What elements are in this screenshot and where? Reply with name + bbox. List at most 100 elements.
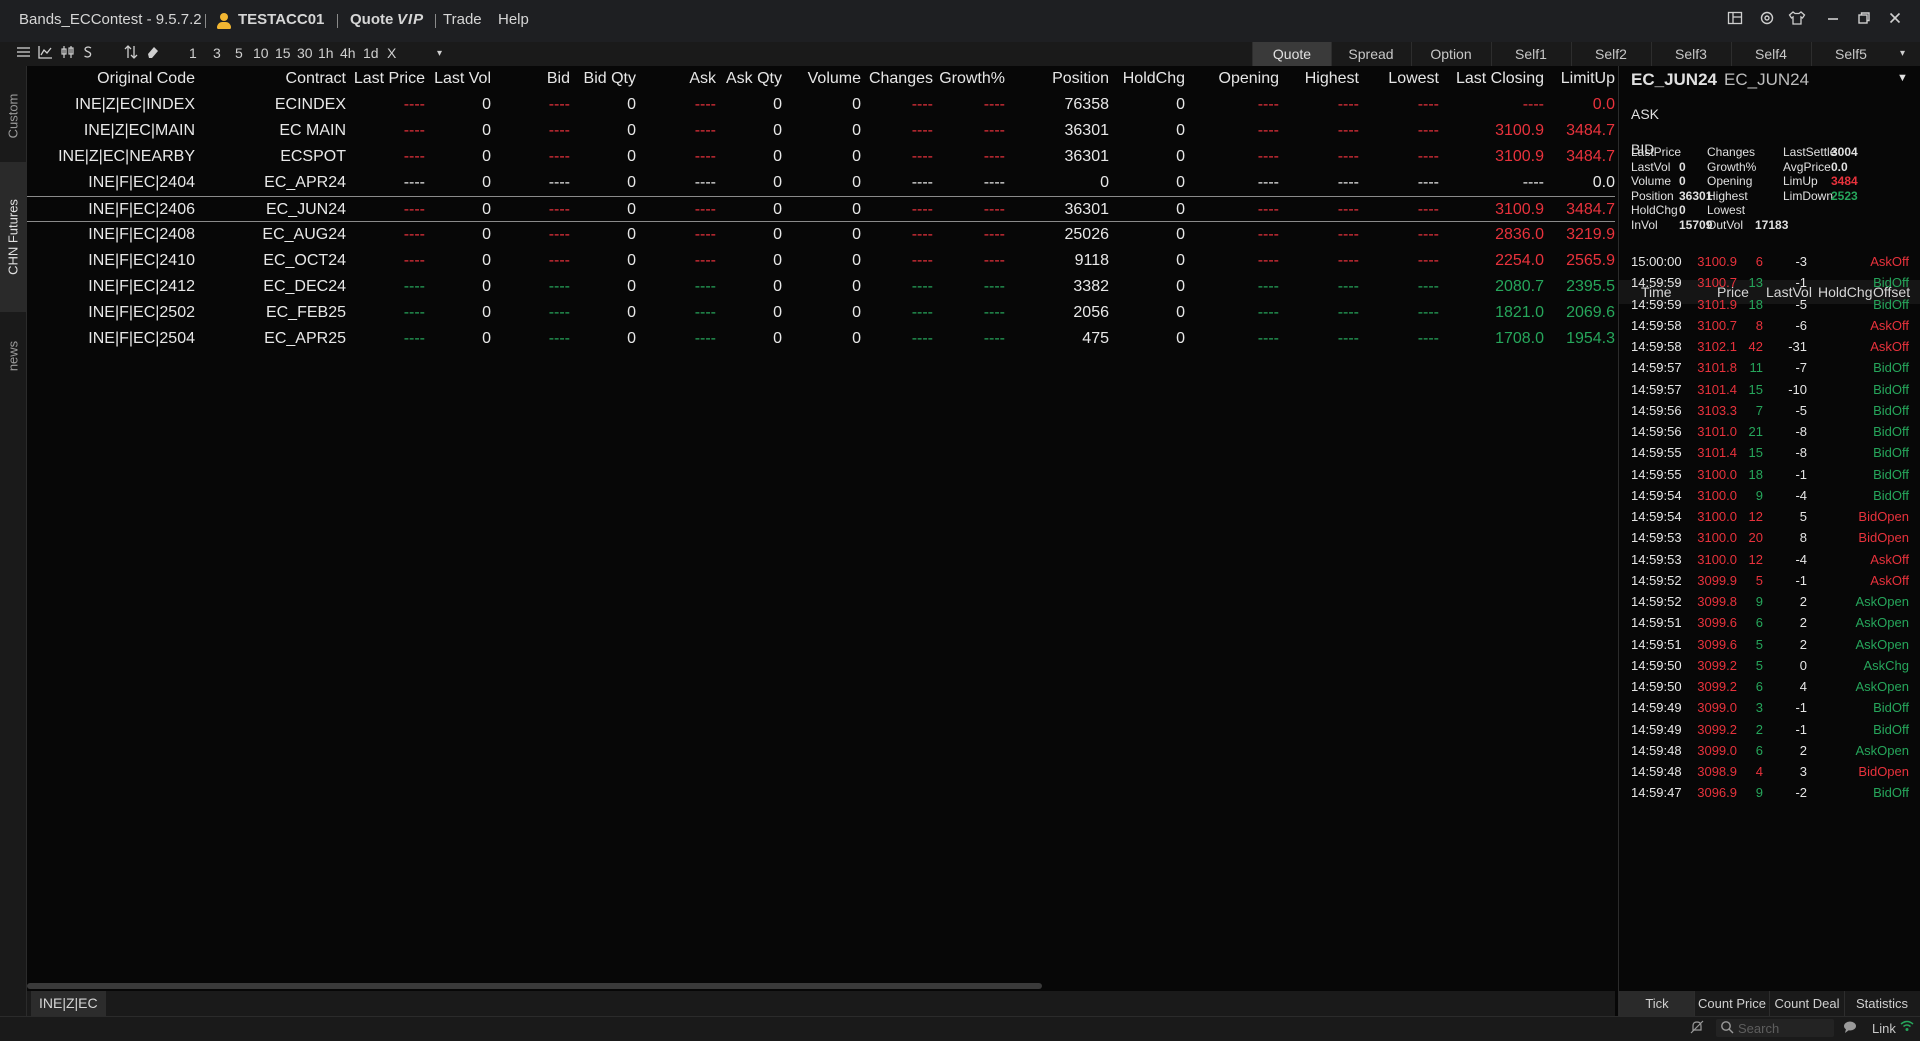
col-limitup-cell: 3484.7 <box>1566 201 1615 218</box>
stat-label: Changes <box>1707 145 1756 159</box>
period-15[interactable]: 15 <box>275 45 291 61</box>
tab-statistics[interactable]: Statistics <box>1844 991 1919 1016</box>
col-last-vol-header[interactable]: Last Vol <box>434 70 491 88</box>
col-last-price-header[interactable]: Last Price <box>354 70 425 88</box>
tab-count-deal[interactable]: Count Deal <box>1769 991 1844 1016</box>
exchange-tab[interactable]: INE|Z|EC <box>31 991 106 1016</box>
tick-hold: -1 <box>1795 572 1807 588</box>
col-changes-header[interactable]: Changes <box>869 70 933 88</box>
table-row[interactable]: INE|F|EC|2408 EC_AUG24 ---- 0 ---- 0 ---- 0 0 ---… <box>27 222 1615 248</box>
table-row[interactable]: INE|F|EC|2412 EC_DEC24 ---- 0 ---- 0 ---- 0 0 ---… <box>27 274 1615 300</box>
col-ask-qty-cell: 0 <box>773 304 782 321</box>
tick-offset: BidOff <box>1873 360 1909 376</box>
table-row[interactable]: INE|F|EC|2502 EC_FEB25 ---- 0 ---- 0 ---- 0 0 ---… <box>27 300 1615 326</box>
search-input[interactable]: Search <box>1716 1019 1834 1037</box>
table-row[interactable]: INE|F|EC|2504 EC_APR25 ---- 0 ---- 0 ---- 0 0 ---… <box>27 326 1615 352</box>
candle-chart-icon[interactable] <box>60 45 75 62</box>
table-row[interactable]: INE|Z|EC|INDEX ECINDEX ---- 0 ---- 0 ---- 0 0 ---… <box>27 92 1615 118</box>
close-icon[interactable] <box>1884 10 1906 32</box>
col-bid-header[interactable]: Bid <box>547 70 570 88</box>
period-5[interactable]: 5 <box>235 45 243 61</box>
col-original-code-header[interactable]: Original Code <box>97 70 195 88</box>
stat-value: 2523 <box>1831 188 1858 203</box>
col-ask-qty-header[interactable]: Ask Qty <box>726 70 782 88</box>
col-ask-header[interactable]: Ask <box>689 70 716 88</box>
period-1d[interactable]: 1d <box>363 45 379 61</box>
list-icon[interactable] <box>16 45 31 62</box>
line-chart-icon[interactable] <box>38 45 53 62</box>
col-highest-header[interactable]: Highest <box>1305 70 1359 88</box>
tabs-more-icon[interactable]: ▾ <box>1900 48 1905 59</box>
menu-trade[interactable]: Trade <box>443 11 482 28</box>
table-row[interactable]: INE|Z|EC|MAIN EC MAIN ---- 0 ---- 0 ---- 0 0 ----… <box>27 118 1615 144</box>
col-lowest-header[interactable]: Lowest <box>1388 70 1439 88</box>
table-row[interactable]: INE|F|EC|2404 EC_APR24 ---- 0 ---- 0 ---- 0 0 ---… <box>27 170 1615 196</box>
table-row[interactable]: INE|F|EC|2410 EC_OCT24 ---- 0 ---- 0 ---- 0 0 ---… <box>27 248 1615 274</box>
col-position-header[interactable]: Position <box>1052 70 1109 88</box>
table-row[interactable]: INE|Z|EC|NEARBY ECSPOT ---- 0 ---- 0 ---- 0 0 ---… <box>27 144 1615 170</box>
period-1h[interactable]: 1h <box>318 45 334 61</box>
col-ask-cell: ---- <box>694 252 716 269</box>
tick-vol: 15 <box>1748 445 1763 461</box>
col-limitup-cell: 0.0 <box>1592 96 1615 113</box>
col-bid-qty-header[interactable]: Bid Qty <box>584 70 636 88</box>
tab-self1[interactable]: Self1 <box>1491 42 1570 66</box>
shirt-icon[interactable] <box>1786 10 1808 32</box>
period-4h[interactable]: 4h <box>340 45 356 61</box>
tab-self3[interactable]: Self3 <box>1651 42 1730 66</box>
table-row[interactable]: INE|F|EC|2406 EC_JUN24 ---- 0 ---- 0 ---- 0 0 ---… <box>27 196 1615 222</box>
horizontal-scrollbar[interactable] <box>27 983 1042 989</box>
tab-self5[interactable]: Self5 <box>1811 42 1890 66</box>
col-opening-header[interactable]: Opening <box>1219 70 1280 88</box>
col-contract-header[interactable]: Contract <box>286 70 346 88</box>
menu-help[interactable]: Help <box>498 11 529 28</box>
tick-price: 3101.4 <box>1697 381 1737 397</box>
tab-self4[interactable]: Self4 <box>1731 42 1810 66</box>
dollar-icon[interactable] <box>82 45 94 62</box>
tick-vol: 7 <box>1755 402 1763 418</box>
username[interactable]: TESTACC01 <box>238 11 324 28</box>
tick-price: 3101.8 <box>1697 360 1737 376</box>
tick-price: 3101.0 <box>1697 424 1737 439</box>
chat-icon[interactable] <box>1843 1020 1857 1037</box>
period-1[interactable]: 1 <box>189 45 197 61</box>
col-growth-header[interactable]: Growth% <box>939 70 1005 88</box>
layout-icon[interactable] <box>1724 10 1746 32</box>
tick-offset: BidOpen <box>1858 509 1909 524</box>
sidebar-tab-news[interactable]: news <box>0 316 26 396</box>
settings-icon[interactable] <box>1756 10 1778 32</box>
tab-tick[interactable]: Tick <box>1619 991 1694 1016</box>
sidebar-tab-chn-futures[interactable]: CHN Futures <box>0 162 26 312</box>
tab-quote[interactable]: Quote <box>1252 42 1331 66</box>
period-10[interactable]: 10 <box>253 45 269 61</box>
tab-count-price[interactable]: Count Price <box>1694 991 1769 1016</box>
tab-option[interactable]: Option <box>1411 42 1490 66</box>
col-volume-header[interactable]: Volume <box>808 70 861 88</box>
tick-time: 14:59:56 <box>1631 402 1682 418</box>
sidebar-tab-custom[interactable]: Custom <box>0 76 26 156</box>
detail-header: EC_JUN24 EC_JUN24 ▼ <box>1619 66 1920 92</box>
minimize-icon[interactable] <box>1822 10 1844 32</box>
tab-self2[interactable]: Self2 <box>1571 42 1650 66</box>
col-last-vol-cell: 0 <box>482 148 491 165</box>
col-holdchg-header[interactable]: HoldChg <box>1123 70 1185 88</box>
restore-icon[interactable] <box>1853 10 1875 32</box>
period-custom[interactable]: X <box>387 45 396 61</box>
contract-dropdown-icon[interactable]: ▼ <box>1897 72 1908 84</box>
period-30[interactable]: 30 <box>297 45 313 61</box>
col-limitup-header[interactable]: LimitUp <box>1561 70 1615 88</box>
chevron-down-icon[interactable]: ▾ <box>437 48 442 59</box>
tab-spread[interactable]: Spread <box>1331 42 1410 66</box>
eraser-icon[interactable] <box>146 45 160 62</box>
col-contract-cell: EC MAIN <box>279 122 346 139</box>
col-last-closing-header[interactable]: Last Closing <box>1456 70 1544 88</box>
period-3[interactable]: 3 <box>213 45 221 61</box>
tick-vol: 5 <box>1755 657 1763 673</box>
tick-vol: 2 <box>1755 721 1763 737</box>
col-opening-cell: ---- <box>1257 174 1279 191</box>
notification-icon[interactable] <box>1690 1020 1704 1037</box>
sort-icon[interactable] <box>124 45 138 62</box>
col-opening-cell: ---- <box>1257 201 1279 218</box>
col-opening-cell: ---- <box>1257 330 1279 347</box>
menu-quote[interactable]: Quote <box>350 11 393 28</box>
